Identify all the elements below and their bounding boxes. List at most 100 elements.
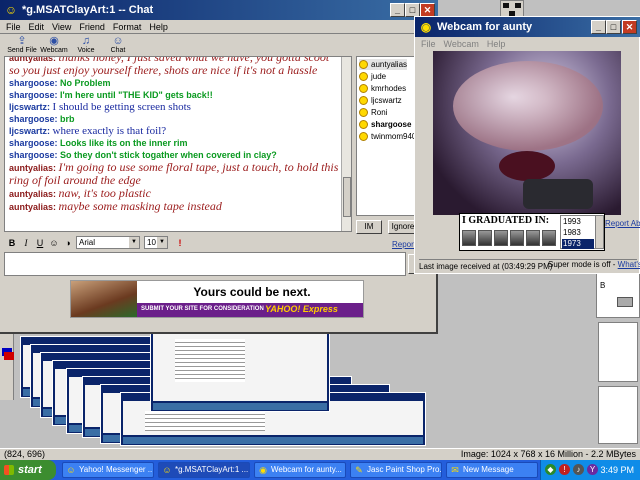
chat-menubar: File Edit View Friend Format Help: [0, 20, 438, 34]
classmates-banner-ad[interactable]: I GRADUATED IN: 1993 1983 1973: [459, 213, 605, 251]
webcam-window: ◉ Webcam for aunty _ □ ✕ File Webcam Help …: [414, 16, 640, 274]
chat-message: ljcswartz: I should be getting screen sh…: [9, 101, 339, 113]
chat-message: auntyalias: I'm going to use some floral…: [9, 161, 339, 187]
year-option[interactable]: 1983: [562, 228, 594, 238]
year-option[interactable]: 1973: [562, 239, 594, 249]
webcam-titlebar[interactable]: ◉ Webcam for aunty _ □ ✕: [415, 17, 640, 37]
taskbar-button[interactable]: ◉ Webcam for aunty...: [254, 462, 346, 478]
taskbar-label: Jasc Paint Shop Pro...: [367, 465, 442, 474]
user-list-item[interactable]: kmrhodes: [359, 83, 406, 94]
user-name: auntyalias: [371, 60, 408, 69]
menu-format[interactable]: Format: [113, 22, 142, 32]
buzz-icon[interactable]: !: [174, 237, 186, 249]
toolbar-send-file-button[interactable]: ⇪ Send File: [4, 34, 40, 56]
color-palette-icon[interactable]: ◑: [62, 237, 74, 249]
bold-button[interactable]: B: [6, 237, 18, 249]
user-list-item[interactable]: Roni: [359, 107, 387, 118]
messenger-tray-icon[interactable]: Y: [587, 464, 598, 475]
message-text: thanks honey, I just saved what we have,…: [9, 56, 330, 77]
message-sender: shargoose:: [9, 138, 58, 148]
palette-letter: B: [600, 281, 606, 290]
user-list-item[interactable]: ljcswartz: [359, 95, 402, 106]
user-name: Roni: [371, 108, 388, 117]
chat-title: *g.MSATClayArt:1 -- Chat: [22, 4, 154, 16]
message-sender: auntyalias:: [9, 189, 57, 199]
italic-button[interactable]: I: [20, 237, 32, 249]
minimize-button[interactable]: _: [591, 20, 606, 34]
banner-title: I GRADUATED IN:: [462, 215, 550, 226]
menu-edit[interactable]: Edit: [29, 22, 45, 32]
menu-friend[interactable]: Friend: [79, 22, 105, 32]
volume-icon[interactable]: ♪: [573, 464, 584, 475]
menu-file[interactable]: File: [6, 22, 21, 32]
taskbar-label: *g.MSATClayArt:1 ...: [175, 465, 249, 474]
close-button[interactable]: ✕: [622, 20, 637, 34]
ad-headline: Yours could be next.: [193, 285, 311, 299]
chat-message: shargoose: brb: [9, 113, 339, 125]
user-list-item[interactable]: auntyalias: [359, 59, 408, 70]
message-sender: shargoose:: [9, 150, 58, 160]
toolbar-webcam-button[interactable]: ◉ Webcam: [36, 34, 72, 56]
chat-message: shargoose: Looks like its on the inner r…: [9, 137, 339, 149]
year-option[interactable]: 1993: [562, 217, 594, 227]
user-smiley-icon: [359, 108, 368, 117]
image-info: Image: 1024 x 768 x 16 Million - 2.2 MBy…: [460, 449, 636, 459]
menu-view[interactable]: View: [52, 22, 71, 32]
user-list-item[interactable]: shargoose: [359, 119, 411, 130]
psp-panel: [598, 322, 638, 382]
yahoo-express-ad[interactable]: Yours could be next. SUBMIT YOUR SITE FO…: [70, 280, 364, 318]
taskbar-label: Yahoo! Messenger ...: [79, 465, 154, 474]
font-select[interactable]: Arial ▼: [76, 236, 140, 249]
font-size: 10: [147, 238, 156, 247]
taskbar-button[interactable]: ☺ Yahoo! Messenger ...: [62, 462, 154, 478]
toolbar-label: Chat: [110, 47, 126, 54]
chat-titlebar[interactable]: ☺ *g.MSATClayArt:1 -- Chat _ □ ✕: [0, 0, 438, 20]
menu-help[interactable]: Help: [149, 22, 168, 32]
windows-logo-icon: [4, 465, 14, 475]
taskbar: start ☺ Yahoo! Messenger ... ☺ *g.MSATClayA…: [0, 460, 640, 480]
message-text: maybe some masking tape instead: [58, 199, 222, 213]
menu-file[interactable]: File: [421, 39, 436, 49]
user-name: kmrhodes: [371, 84, 407, 93]
close-button[interactable]: ✕: [420, 3, 435, 17]
chat-scrollbar[interactable]: [341, 57, 351, 231]
classmate-photo: [542, 230, 556, 246]
psp-palette[interactable]: B: [596, 268, 640, 318]
user-list-item[interactable]: jude: [359, 71, 386, 82]
network-icon[interactable]: ◆: [545, 464, 556, 475]
scrollbar-thumb[interactable]: [343, 177, 351, 217]
chat-message: shargoose: No Problem: [9, 77, 339, 89]
toolbar-chat-button[interactable]: ☺ Chat: [100, 34, 136, 56]
user-name: ljcswartz: [371, 96, 402, 105]
background-color-swatch[interactable]: [4, 352, 14, 360]
toolbar-voice-button[interactable]: ♫ Voice: [68, 34, 104, 56]
report-abuse-link[interactable]: Report Abus: [605, 219, 640, 228]
system-tray: ◆ ! ♪ Y 3:49 PM: [540, 460, 640, 480]
maximize-button[interactable]: □: [405, 3, 420, 17]
emoticon-icon[interactable]: ☺: [48, 237, 60, 249]
im-button[interactable]: IM: [356, 220, 382, 234]
start-button[interactable]: start: [0, 460, 56, 480]
year-list[interactable]: 1993 1983 1973: [560, 215, 604, 249]
taskbar-button[interactable]: ✉ New Message: [446, 462, 538, 478]
minimize-button[interactable]: _: [390, 3, 405, 17]
underline-button[interactable]: U: [34, 237, 46, 249]
user-smiley-icon: [359, 120, 368, 129]
taskbar-button[interactable]: ✎ Jasc Paint Shop Pro...: [350, 462, 442, 478]
year-scrollbar[interactable]: [595, 216, 603, 248]
taskbar-button[interactable]: ☺ *g.MSATClayArt:1 ...: [158, 462, 250, 478]
security-icon[interactable]: !: [559, 464, 570, 475]
send-file-icon: ⇪: [17, 35, 27, 47]
font-size-select[interactable]: 10 ▼: [144, 236, 168, 249]
user-smiley-icon: [359, 84, 368, 93]
menu-help[interactable]: Help: [487, 39, 506, 49]
message-text: I'm here until "THE KID" gets back!!: [60, 90, 213, 100]
whats-this-link[interactable]: What's this: [618, 260, 640, 269]
menu-webcam[interactable]: Webcam: [444, 39, 479, 49]
maximize-button[interactable]: □: [606, 20, 621, 34]
message-text: Looks like its on the inner rim: [60, 138, 188, 148]
chat-input[interactable]: [4, 252, 406, 276]
message-text: brb: [60, 114, 75, 124]
message-sender: shargoose:: [9, 90, 58, 100]
chat-log[interactable]: auntyalias: thanks honey, I just saved w…: [4, 56, 352, 232]
